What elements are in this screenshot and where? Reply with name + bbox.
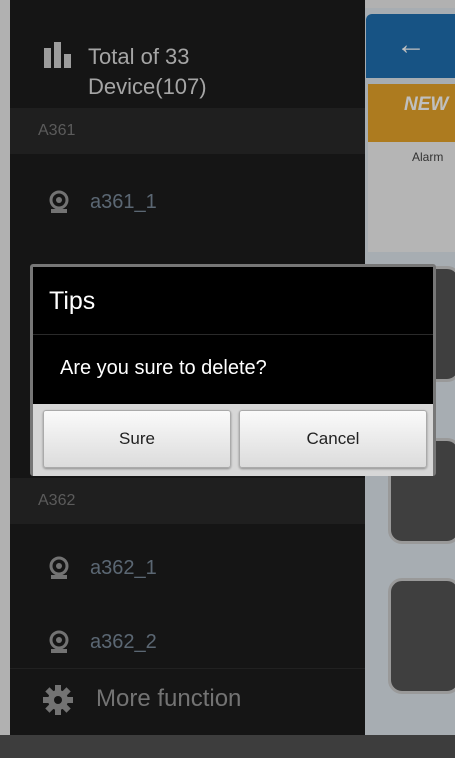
dialog-title-bar: Tips: [33, 267, 433, 335]
cancel-button[interactable]: Cancel: [239, 410, 427, 468]
dialog-message-area: Are you sure to delete?: [33, 335, 433, 403]
sure-button[interactable]: Sure: [43, 410, 231, 468]
dialog-button-bar: Sure Cancel: [33, 404, 433, 476]
dialog-title: Tips: [49, 287, 96, 315]
delete-confirm-dialog: Tips Are you sure to delete? Sure Cancel: [30, 264, 436, 476]
bottom-bar: [0, 735, 455, 758]
dialog-message: Are you sure to delete?: [60, 357, 267, 379]
screen: ← NEW Alarm Total of 33 Device(107) A361: [0, 0, 455, 758]
